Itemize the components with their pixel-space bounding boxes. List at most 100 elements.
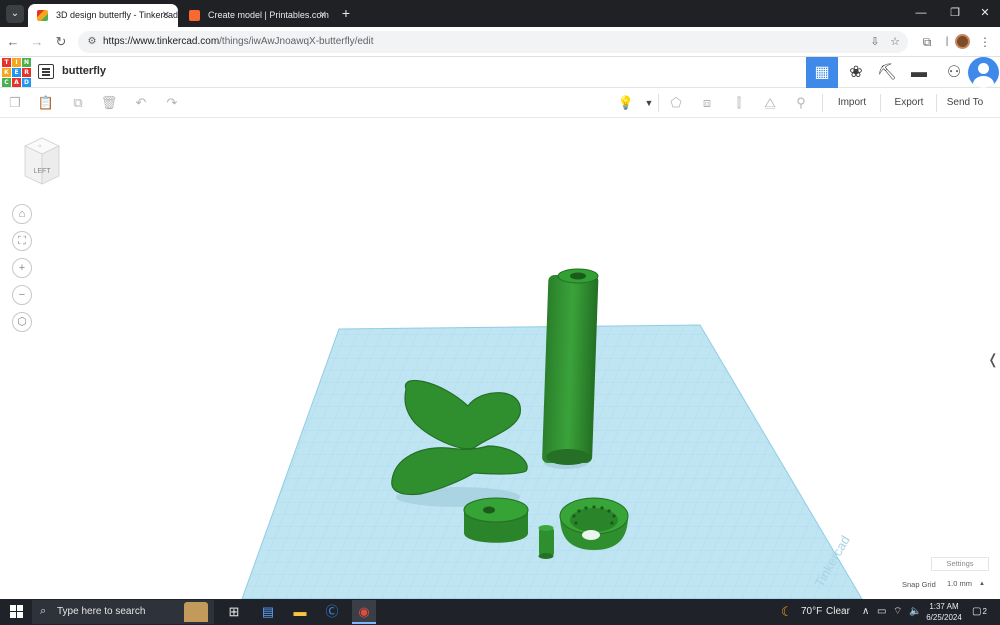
chevron-up-icon: ▲: [979, 581, 985, 587]
settings-button[interactable]: Settings: [931, 557, 989, 571]
browser-menu-icon[interactable]: ⋮: [976, 33, 994, 51]
paste-icon[interactable]: 📋: [37, 94, 55, 112]
snap-grid-label: Snap Grid: [902, 580, 936, 589]
maximize-window-button[interactable]: ❐: [940, 4, 970, 22]
windows-start-icon[interactable]: [10, 605, 23, 618]
close-tab-icon[interactable]: ✕: [319, 4, 327, 27]
edit-toolbar: ❐ 📋 ⧉ 🗑 ↶ ↷ 💡 ▼ ⬠ ⧈ ⫿ ⧋ ⚲ Import Export …: [0, 88, 1000, 118]
snap-grid-select[interactable]: 1.0 mm ▲: [944, 577, 988, 591]
logo-letter: T: [2, 58, 11, 67]
workplane-scene: Tinkercad: [241, 268, 863, 599]
extensions-puzzle-icon[interactable]: ⧉: [918, 33, 936, 51]
logo-letter: C: [2, 78, 11, 87]
lego-brick-icon[interactable]: ▬: [903, 57, 935, 88]
clock-time: 1:37 AM: [929, 602, 959, 611]
clock-date: 6/25/2024: [926, 613, 962, 622]
light-bulb-icon[interactable]: 💡: [617, 94, 635, 112]
delete-trash-icon[interactable]: 🗑: [100, 94, 118, 112]
close-tab-icon[interactable]: ✕: [162, 4, 170, 27]
round-base: [463, 497, 529, 543]
send-to-button[interactable]: Send To: [943, 88, 987, 118]
copy-icon[interactable]: ❐: [6, 94, 24, 112]
taskbar-search-box[interactable]: ⌕ Type here to search: [32, 600, 214, 624]
search-placeholder: Type here to search: [57, 606, 146, 617]
browser-address-row: ← → ↻ ⚙ https://www.tinkercad.com/things…: [0, 27, 1000, 57]
logo-letter: E: [12, 68, 21, 77]
weather-moon-icon[interactable]: ☾: [781, 599, 793, 625]
bookmark-star-icon[interactable]: ☆: [888, 35, 902, 49]
app-c-icon[interactable]: Ⓒ: [320, 600, 344, 624]
support-pole: [542, 275, 599, 463]
logo-letter: R: [22, 68, 31, 77]
divider: [822, 94, 823, 112]
import-button[interactable]: Import: [830, 88, 874, 118]
chrome-taskbar-icon[interactable]: ◉: [352, 600, 376, 624]
system-clock[interactable]: 1:37 AM 6/25/2024: [922, 601, 966, 623]
divider: [936, 94, 937, 112]
divider: [658, 94, 659, 112]
url-text[interactable]: https://www.tinkercad.com/things/iwAwJno…: [103, 31, 374, 53]
duplicate-icon[interactable]: ⧉: [69, 94, 87, 112]
new-tab-button[interactable]: +: [338, 5, 354, 21]
ungroup-icon[interactable]: ⧈: [698, 94, 716, 112]
minimize-window-button[interactable]: —: [906, 4, 936, 22]
chevron-left-icon[interactable]: ❬: [986, 346, 1000, 372]
export-button[interactable]: Export: [887, 88, 931, 118]
tinkercad-favicon-icon: [37, 10, 48, 21]
search-icon: ⌕: [40, 605, 47, 617]
sim-lab-pickaxe-icon[interactable]: ⛏: [871, 57, 903, 88]
chevron-down-icon[interactable]: ▼: [640, 94, 658, 112]
logo-letter: K: [2, 68, 11, 77]
weather-condition[interactable]: Clear: [826, 599, 850, 625]
logo-letter: A: [12, 78, 21, 87]
show-hidden-icons-chevron-icon[interactable]: ∧: [862, 599, 869, 625]
notification-count: 2: [982, 607, 987, 616]
volume-icon[interactable]: 🔈: [909, 599, 921, 625]
weather-temp[interactable]: 70°F: [801, 599, 822, 625]
design-list-icon[interactable]: [38, 64, 54, 79]
logo-letter: D: [22, 78, 31, 87]
3d-workspace[interactable]: LEFT ⌂ ⌂ ⛶ + − ⬡ Tinkercad ❬ Settings Sn…: [0, 118, 1000, 599]
undo-icon[interactable]: ↶: [132, 94, 150, 112]
slotted-cup: [559, 497, 629, 550]
printables-favicon-icon: [189, 10, 200, 21]
small-peg: [538, 525, 554, 559]
windows-taskbar: ⌕ Type here to search ⊞ ▤ ▬ Ⓒ ◉ ☾ 70°F C…: [0, 599, 1000, 625]
tab-title: 3D design butterfly - Tinkercad: [56, 10, 178, 20]
notification-icon[interactable]: ▢2: [972, 599, 987, 625]
tab-search-chevron-icon[interactable]: ⌄: [6, 5, 24, 23]
align-icon[interactable]: ⫿: [730, 94, 748, 112]
wifi-icon[interactable]: ⌔: [893, 599, 902, 625]
forward-arrow-icon[interactable]: →: [28, 33, 46, 51]
install-app-icon[interactable]: ⇩: [868, 35, 882, 49]
logo-letter: I: [12, 58, 21, 67]
reload-icon[interactable]: ↻: [52, 33, 70, 51]
file-explorer-icon[interactable]: ▬: [288, 600, 312, 624]
add-user-icon[interactable]: ⚇: [938, 57, 970, 88]
design-title[interactable]: butterfly: [62, 65, 106, 77]
browser-profile-avatar[interactable]: [955, 34, 970, 49]
group-icon[interactable]: ⬠: [667, 94, 685, 112]
separator: |: [945, 36, 949, 47]
divider: [880, 94, 881, 112]
close-window-button[interactable]: ✕: [970, 4, 1000, 22]
task-view-icon[interactable]: ⊞: [222, 600, 246, 624]
browser-tab-strip: ⌄ 3D design butterfly - Tinkercad ✕ Crea…: [0, 0, 1000, 27]
mirror-icon[interactable]: ⧋: [761, 94, 779, 112]
site-info-icon[interactable]: ⚙: [85, 35, 99, 49]
redo-icon[interactable]: ↷: [163, 94, 181, 112]
address-bar[interactable]: ⚙ https://www.tinkercad.com/things/iwAwJ…: [78, 31, 908, 53]
tab-printables[interactable]: Create model | Printables.com ✕: [180, 4, 335, 27]
tab-tinkercad[interactable]: 3D design butterfly - Tinkercad ✕: [28, 4, 178, 27]
snap-grid-value: 1.0 mm: [947, 579, 973, 588]
tinkercad-header: T I N K E R C A D butterfly ▦ ❀ ⛏ ▬ ⚇: [0, 57, 1000, 88]
battery-icon[interactable]: ▭: [877, 599, 886, 625]
cruise-icon[interactable]: ⚲: [792, 94, 810, 112]
blocks-mode-icon[interactable]: ❀: [840, 57, 872, 88]
tinkercad-logo[interactable]: T I N K E R C A D: [2, 58, 31, 87]
logo-letter: N: [22, 58, 31, 67]
back-arrow-icon[interactable]: ←: [4, 33, 22, 51]
microsoft-store-icon[interactable]: ▤: [256, 600, 280, 624]
user-avatar[interactable]: [968, 57, 999, 88]
3d-design-view-icon[interactable]: ▦: [806, 57, 838, 88]
